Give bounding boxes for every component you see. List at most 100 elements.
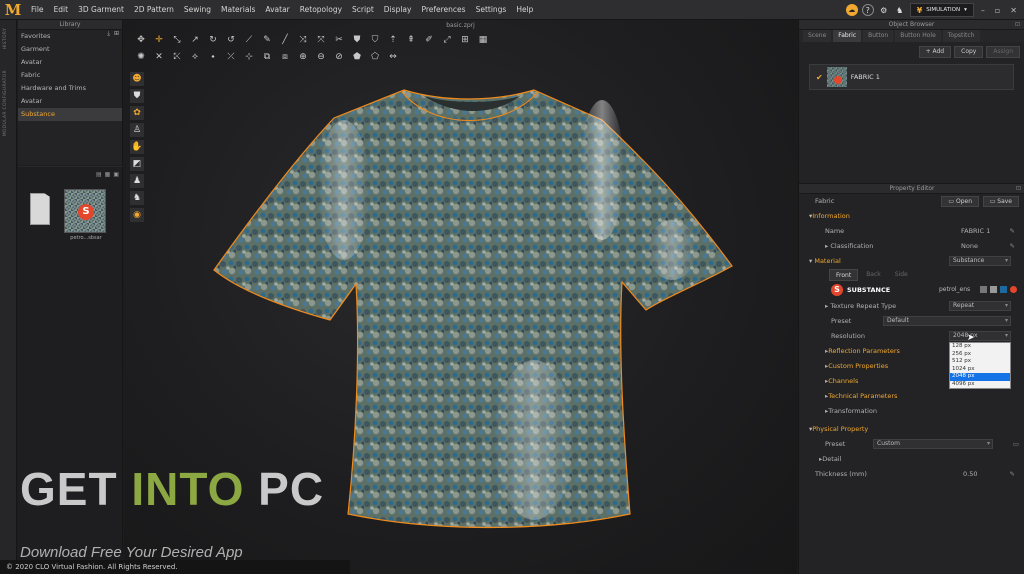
add-button[interactable]: + Add bbox=[918, 46, 952, 58]
panel-menu-icon[interactable]: ⊡ bbox=[1015, 20, 1020, 30]
sbsar-file-thumbnail[interactable]: S bbox=[64, 189, 106, 233]
menu-2d-pattern[interactable]: 2D Pattern bbox=[129, 0, 179, 20]
property-editor: Property Editor ⊡ Fabric ▭ Open ▭ Save In… bbox=[799, 183, 1024, 574]
edit-icon[interactable]: ✎ bbox=[1010, 239, 1015, 254]
menu-3d-garment[interactable]: 3D Garment bbox=[73, 0, 129, 20]
edit-icon[interactable]: ✎ bbox=[1010, 467, 1015, 482]
object-browser-buttons: + Add Copy Assign bbox=[799, 42, 1024, 64]
preset-row: Preset Default bbox=[799, 314, 1024, 329]
library-item-garment[interactable]: Garment bbox=[18, 43, 122, 56]
shine-left-shoulder bbox=[318, 120, 370, 260]
shine-right-sleeve bbox=[648, 220, 696, 280]
resolution-option[interactable]: 1024 px bbox=[950, 366, 1010, 374]
menu-help[interactable]: Help bbox=[511, 0, 538, 20]
library-item-avatar[interactable]: Avatar bbox=[18, 56, 122, 69]
name-value[interactable]: FABRIC 1 bbox=[961, 224, 990, 239]
browser-view-tools: ▤ ▦ ▣ bbox=[96, 171, 119, 178]
thickness-value[interactable]: 0.50 bbox=[963, 467, 977, 482]
folder-icon[interactable] bbox=[990, 286, 997, 293]
substance-label: SUBSTANCE bbox=[847, 286, 891, 294]
folder-icon[interactable]: ▭ bbox=[1013, 437, 1019, 452]
cloud-icon[interactable]: ☁ bbox=[845, 4, 858, 16]
thumbnail-view-icon[interactable]: ▣ bbox=[113, 171, 119, 178]
tab-back[interactable]: Back bbox=[860, 269, 887, 281]
library-item-fabric[interactable]: Fabric bbox=[18, 69, 122, 82]
tab-front[interactable]: Front bbox=[829, 269, 859, 281]
gear-icon[interactable]: ⚙ bbox=[878, 4, 890, 16]
transformation-row[interactable]: Transformation bbox=[799, 404, 1024, 419]
add-icon[interactable]: ⊞ bbox=[114, 30, 119, 38]
library-item-hardware[interactable]: Hardware and Trims bbox=[18, 82, 122, 95]
preset-dropdown[interactable]: Default bbox=[883, 316, 1011, 326]
assign-button[interactable]: Assign bbox=[986, 46, 1020, 58]
menu-settings[interactable]: Settings bbox=[471, 0, 512, 20]
material-type-dropdown[interactable]: Substance bbox=[949, 256, 1011, 266]
library-item-substance[interactable]: Substance bbox=[18, 108, 122, 121]
tab-modular-configurator[interactable]: MODULAR CONFIGURATOR bbox=[3, 70, 8, 136]
menu-display[interactable]: Display bbox=[379, 0, 417, 20]
technical-parameters-row[interactable]: Technical Parameters bbox=[799, 389, 1024, 404]
thickness-label: Thickness (mm) bbox=[815, 470, 867, 478]
pe-header-label: Fabric bbox=[815, 197, 835, 205]
save-label: Save bbox=[997, 198, 1012, 205]
object-browser-title: Object Browser ⊡ bbox=[799, 20, 1024, 30]
preset-label: Preset bbox=[831, 317, 852, 325]
material-section[interactable]: Material Substance bbox=[799, 254, 1024, 269]
save-button[interactable]: ▭ Save bbox=[982, 196, 1019, 207]
tab-side[interactable]: Side bbox=[889, 269, 914, 281]
physical-preset-dropdown[interactable]: Custom bbox=[873, 439, 993, 449]
fabric-name: FABRIC 1 bbox=[850, 73, 880, 81]
menu-preferences[interactable]: Preferences bbox=[416, 0, 470, 20]
copy-button[interactable]: Copy bbox=[954, 46, 984, 58]
maximize-icon[interactable]: ▫ bbox=[992, 6, 1003, 15]
edit-icon[interactable]: ✎ bbox=[1010, 224, 1015, 239]
resolution-option[interactable]: 512 px bbox=[950, 358, 1010, 366]
information-section[interactable]: Information bbox=[799, 209, 1024, 224]
chevron-down-icon: ▾ bbox=[964, 7, 967, 13]
download-icon[interactable]: ⤓ bbox=[107, 30, 110, 38]
menu-file[interactable]: File bbox=[26, 0, 49, 20]
shine-lower bbox=[494, 360, 574, 520]
help-icon[interactable]: ? bbox=[861, 4, 874, 16]
tab-button-hole[interactable]: Button Hole bbox=[895, 30, 941, 42]
grid-view-icon[interactable]: ▦ bbox=[105, 171, 111, 178]
folder-thumbnail[interactable] bbox=[30, 193, 50, 225]
tab-button[interactable]: Button bbox=[863, 30, 894, 42]
resolution-option[interactable]: 256 px bbox=[950, 351, 1010, 359]
menu-edit[interactable]: Edit bbox=[49, 0, 74, 20]
share-icon[interactable]: ♞ bbox=[894, 4, 906, 16]
panel-menu-icon-2[interactable]: ⊡ bbox=[1016, 184, 1021, 194]
menu-materials[interactable]: Materials bbox=[216, 0, 260, 20]
close-icon[interactable]: ✕ bbox=[1007, 6, 1020, 15]
list-view-icon[interactable]: ▤ bbox=[96, 171, 102, 178]
resolution-dropdown[interactable]: 2048 px bbox=[949, 331, 1011, 341]
color-swatch-icon[interactable] bbox=[1000, 286, 1007, 293]
shine-right-shoulder bbox=[580, 100, 624, 240]
tab-fabric[interactable]: Fabric bbox=[833, 30, 862, 42]
settings-icon[interactable] bbox=[980, 286, 987, 293]
tab-topstitch[interactable]: Topstitch bbox=[942, 30, 980, 42]
tab-history[interactable]: HISTORY bbox=[3, 28, 8, 50]
resolution-options-list: 128 px 256 px 512 px 1024 px 2048 px 409… bbox=[949, 342, 1011, 389]
simulation-button[interactable]: ¥ SIMULATION ▾ bbox=[909, 3, 974, 17]
resolution-option-selected[interactable]: 2048 px bbox=[950, 373, 1010, 381]
menu-script[interactable]: Script bbox=[347, 0, 379, 20]
menu-sewing[interactable]: Sewing bbox=[179, 0, 216, 20]
detail-row[interactable]: Detail bbox=[799, 452, 1024, 467]
minimize-icon[interactable]: – bbox=[978, 6, 988, 15]
resolution-option[interactable]: 4096 px bbox=[950, 381, 1010, 389]
classification-row[interactable]: Classification None ✎ bbox=[799, 239, 1024, 254]
texture-repeat-dropdown[interactable]: Repeat bbox=[949, 301, 1011, 311]
menu-avatar[interactable]: Avatar bbox=[260, 0, 294, 20]
clo-logo: M bbox=[4, 0, 22, 19]
library-item-avatar-2[interactable]: Avatar bbox=[18, 95, 122, 108]
resolution-option[interactable]: 128 px bbox=[950, 343, 1010, 351]
fabric-list-item[interactable]: ✔ FABRIC 1 bbox=[809, 64, 1014, 90]
open-button[interactable]: ▭ Open bbox=[941, 196, 979, 207]
folder-icon: ▭ bbox=[948, 198, 956, 205]
physical-property-section[interactable]: Physical Property bbox=[799, 422, 1024, 437]
menu-retopology[interactable]: Retopology bbox=[295, 0, 347, 20]
remove-icon[interactable] bbox=[1010, 286, 1017, 293]
tab-scene[interactable]: Scene bbox=[803, 30, 832, 42]
texture-repeat-row[interactable]: Texture Repeat Type Repeat bbox=[799, 299, 1024, 314]
